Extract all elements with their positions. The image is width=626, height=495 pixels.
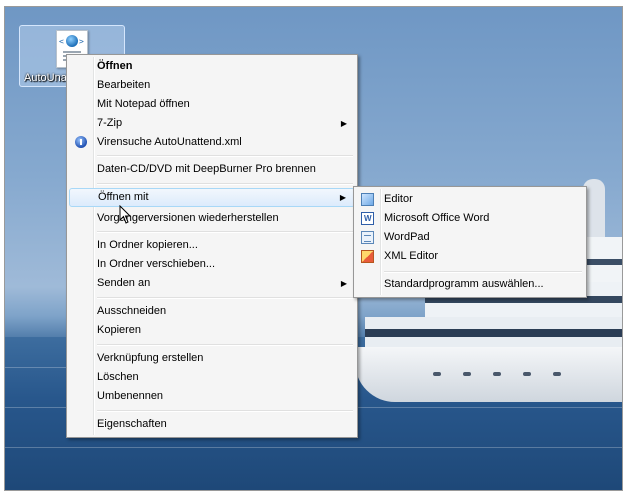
submenu-item-editor[interactable]: Editor — [356, 190, 584, 209]
submenu-item-choose-default[interactable]: Standardprogramm auswählen... — [356, 275, 584, 294]
menu-item-properties[interactable]: Eigenschaften — [69, 415, 355, 434]
submenu-item-word[interactable]: Microsoft Office Word — [356, 209, 584, 228]
menu-item-cut[interactable]: Ausschneiden — [69, 302, 355, 321]
menu-item-copy-to-folder[interactable]: In Ordner kopieren... — [69, 236, 355, 255]
menu-item-previous-versions[interactable]: Vorgängerversionen wiederherstellen — [69, 209, 355, 228]
open-with-submenu: Editor Microsoft Office Word WordPad XML… — [353, 186, 587, 298]
word-icon — [361, 212, 374, 225]
menu-item-rename[interactable]: Umbenennen — [69, 387, 355, 406]
submenu-arrow-icon: ▶ — [340, 119, 347, 128]
mouse-cursor-icon — [119, 205, 132, 224]
menu-item-open-with[interactable]: Öffnen mit ▶ — [69, 188, 355, 207]
menu-item-send-to[interactable]: Senden an ▶ — [69, 274, 355, 293]
context-menu: Öffnen Bearbeiten Mit Notepad öffnen 7-Z… — [66, 54, 358, 438]
submenu-item-xml-editor[interactable]: XML Editor — [356, 247, 584, 266]
menu-item-7zip[interactable]: 7-Zip ▶ — [69, 114, 355, 133]
menu-item-open-notepad[interactable]: Mit Notepad öffnen — [69, 95, 355, 114]
submenu-arrow-icon: ▶ — [340, 279, 347, 288]
submenu-arrow-icon: ▶ — [339, 193, 346, 202]
menu-item-burn-cd[interactable]: Daten-CD/DVD mit DeepBurner Pro brennen — [69, 160, 355, 179]
xml-editor-icon — [361, 250, 374, 263]
menu-item-virus-scan[interactable]: Virensuche AutoUnattend.xml — [69, 133, 355, 152]
wordpad-icon — [361, 231, 374, 244]
antivirus-icon — [75, 136, 87, 148]
menu-item-delete[interactable]: Löschen — [69, 368, 355, 387]
menu-item-move-to-folder[interactable]: In Ordner verschieben... — [69, 255, 355, 274]
menu-item-copy[interactable]: Kopieren — [69, 321, 355, 340]
menu-item-edit[interactable]: Bearbeiten — [69, 76, 355, 95]
submenu-item-wordpad[interactable]: WordPad — [356, 228, 584, 247]
notepad-icon — [361, 193, 374, 206]
menu-item-create-shortcut[interactable]: Verknüpfung erstellen — [69, 349, 355, 368]
menu-item-open[interactable]: Öffnen — [69, 57, 355, 76]
